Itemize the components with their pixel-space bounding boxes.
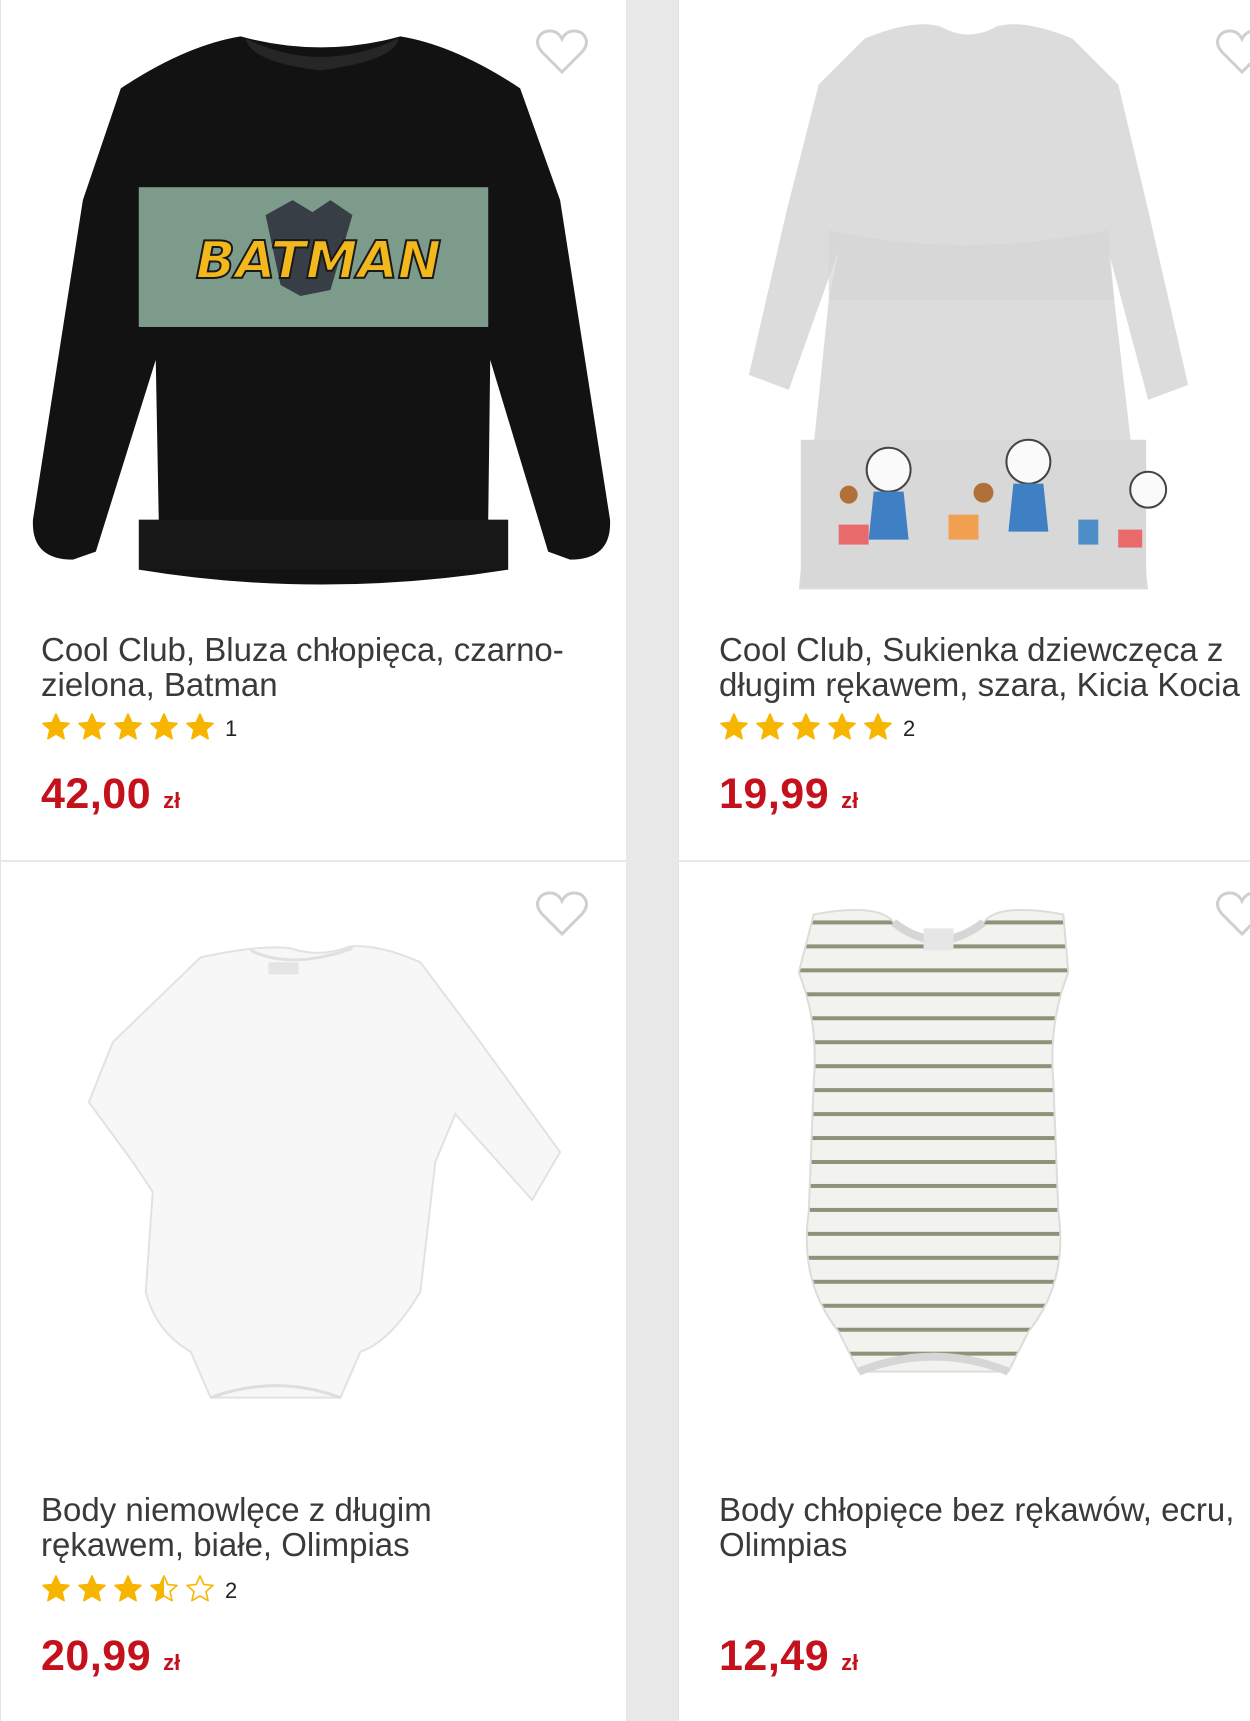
price-amount: 20,99 [41,1632,152,1680]
product-card[interactable]: Body niemowlęce z długim rękawem, białe,… [0,862,626,1721]
price-amount: 42,00 [41,770,152,818]
star-icon [828,712,856,739]
star-icon [114,712,142,739]
product-title[interactable]: Cool Club, Sukienka dziewczęca z długim … [719,632,1250,702]
review-count: 2 [903,716,916,741]
star-icon [792,712,820,739]
product-title-line: rękawem, białe, Olimpias [41,1526,410,1563]
price-currency: zł [163,788,181,813]
product-title-line: Olimpias [719,1526,848,1563]
rating: 1 [41,712,238,747]
star-icon [150,712,178,739]
product-title[interactable]: Cool Club, Bluza chłopięca, czarno- ziel… [41,632,626,702]
heart-outline-icon[interactable] [1215,890,1250,938]
star-icon [756,712,784,739]
rating: 2 [719,712,916,747]
product-title-line: Body niemowlęce z długim [41,1491,432,1528]
rating-stars [41,712,221,747]
heart-outline-icon[interactable] [535,890,589,938]
product-image-dress[interactable] [679,0,1250,610]
product-image-striped-bodysuit[interactable] [679,862,1250,1472]
price: 20,99 zł [41,1632,180,1681]
star-icon [42,712,70,739]
product-image-sweatshirt[interactable]: BATMAN [1,0,626,610]
product-grid: BATMAN Cool Club, Bluza chłopięca, czarn… [0,0,1250,1721]
batman-print-text: BATMAN [196,231,441,291]
product-image-white-bodysuit[interactable] [1,862,626,1472]
product-card[interactable]: Body chłopięce bez rękawów, ecru, Olimpi… [678,862,1250,1721]
product-title-line: Cool Club, Sukienka dziewczęca z [719,631,1224,668]
heart-outline-icon[interactable] [535,28,589,76]
heart-outline-icon[interactable] [1215,28,1250,76]
rating-stars [719,712,899,747]
star-icon [864,712,892,739]
review-count: 2 [225,1578,238,1603]
rating: 2 [41,1574,238,1609]
price: 12,49 zł [719,1632,858,1681]
star-icon [150,1574,178,1601]
product-title-line: zielona, Batman [41,666,278,703]
star-icon [720,712,748,739]
rating-stars [41,1574,221,1609]
star-icon [78,712,106,739]
product-title-line: Cool Club, Bluza chłopięca, czarno- [41,631,564,668]
star-icon [186,1574,214,1601]
price-currency: zł [841,1650,859,1675]
product-title[interactable]: Body niemowlęce z długim rękawem, białe,… [41,1492,626,1562]
price-amount: 12,49 [719,1632,830,1680]
price-currency: zł [163,1650,181,1675]
price: 19,99 zł [719,770,858,819]
product-card[interactable]: Cool Club, Sukienka dziewczęca z długim … [678,0,1250,860]
price-currency: zł [841,788,859,813]
product-card[interactable]: BATMAN Cool Club, Bluza chłopięca, czarn… [0,0,626,860]
star-icon [42,1574,70,1601]
star-icon [114,1574,142,1601]
product-title-line: długim rękawem, szara, Kicia Kocia [719,666,1240,703]
price-amount: 19,99 [719,770,830,818]
star-icon [78,1574,106,1601]
product-title[interactable]: Body chłopięce bez rękawów, ecru, Olimpi… [719,1492,1250,1562]
product-title-line: Body chłopięce bez rękawów, ecru, [719,1491,1235,1528]
price: 42,00 zł [41,770,180,819]
star-icon [186,712,214,739]
review-count: 1 [225,716,238,741]
